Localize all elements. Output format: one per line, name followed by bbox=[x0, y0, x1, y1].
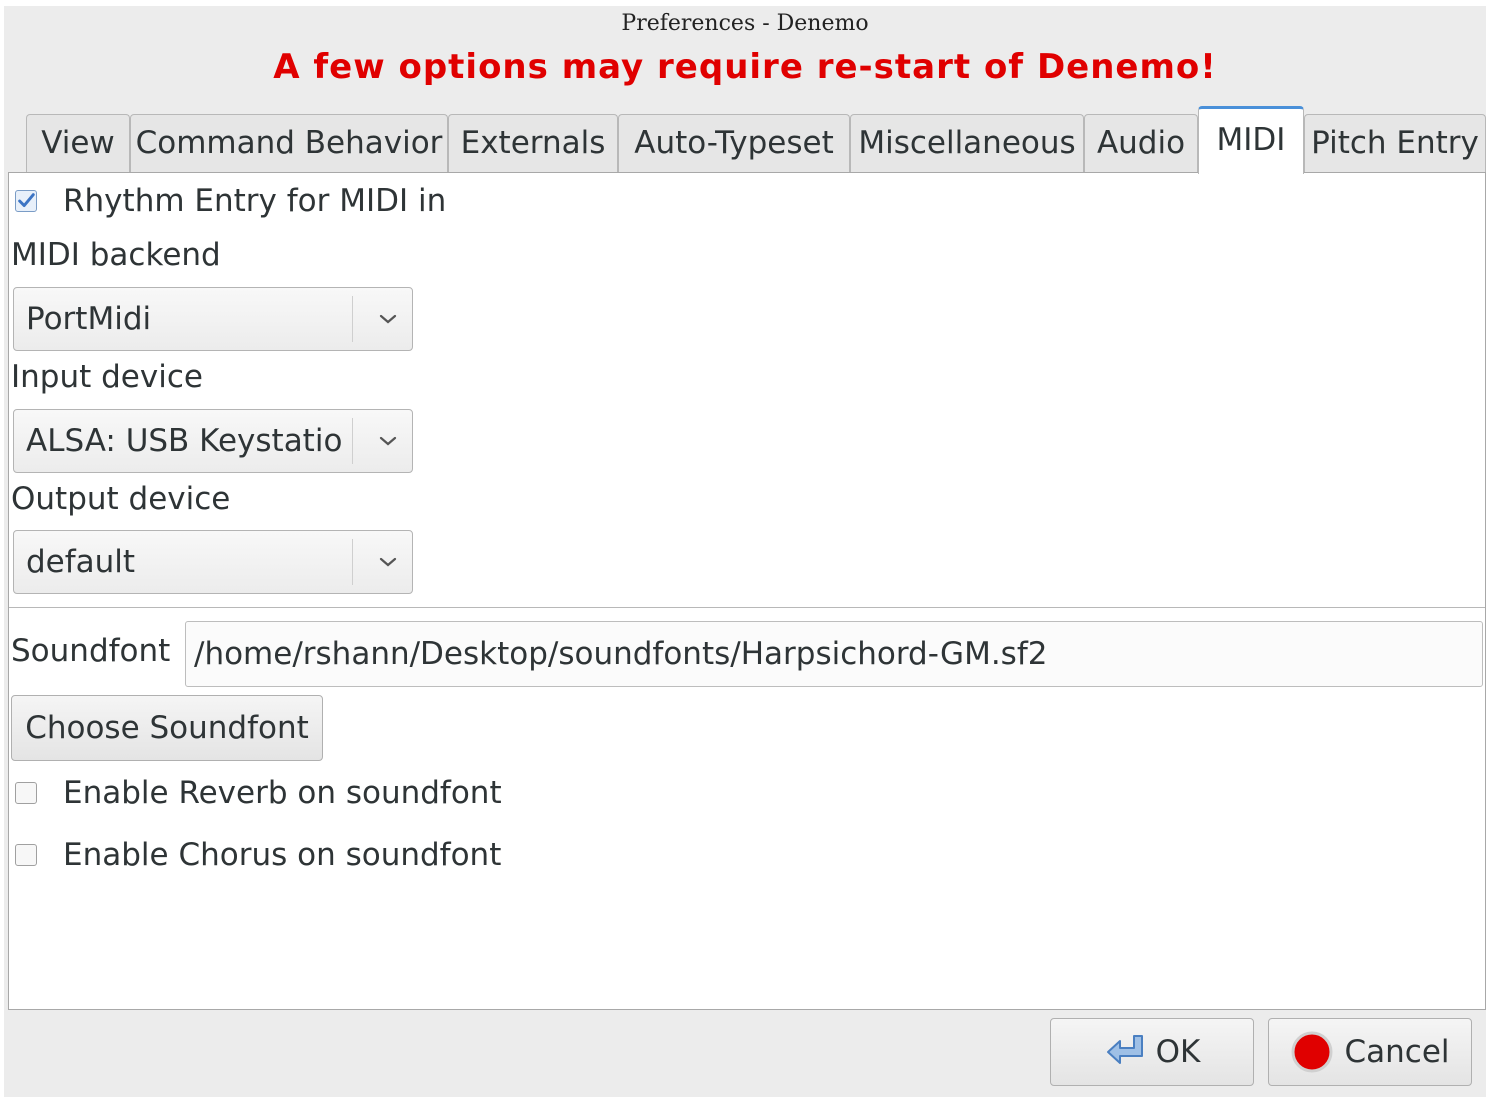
tab-midi[interactable]: MIDI bbox=[1198, 106, 1304, 174]
ok-button[interactable]: OK bbox=[1050, 1018, 1254, 1086]
tab-bar: View Command Behavior Externals Auto-Typ… bbox=[22, 106, 1486, 174]
combo-separator bbox=[352, 418, 353, 464]
chorus-label: Enable Chorus on soundfont bbox=[63, 837, 502, 873]
midi-settings-panel: Rhythm Entry for MIDI in MIDI backend Po… bbox=[8, 172, 1486, 1010]
ok-icon bbox=[1106, 1035, 1143, 1064]
input-device-select[interactable]: ALSA: USB Keystatio bbox=[13, 409, 413, 473]
output-device-select[interactable]: default bbox=[13, 530, 413, 594]
tab-externals[interactable]: Externals bbox=[448, 114, 618, 172]
preferences-window: Preferences - Denemo A few options may r… bbox=[4, 6, 1486, 1097]
midi-backend-value: PortMidi bbox=[26, 301, 152, 337]
reverb-row: Enable Reverb on soundfont bbox=[15, 775, 502, 811]
output-device-label: Output device bbox=[11, 481, 231, 517]
choose-soundfont-button[interactable]: Choose Soundfont bbox=[11, 695, 323, 761]
soundfont-path-field[interactable]: /home/rshann/Desktop/soundfonts/Harpsich… bbox=[185, 621, 1483, 687]
chevron-down-icon bbox=[364, 288, 412, 350]
tab-auto-typeset[interactable]: Auto-Typeset bbox=[618, 114, 850, 172]
window-title: Preferences - Denemo bbox=[621, 11, 869, 36]
restart-warning: A few options may require re-start of De… bbox=[273, 47, 1217, 87]
rhythm-entry-label: Rhythm Entry for MIDI in bbox=[63, 183, 447, 219]
input-device-label: Input device bbox=[11, 359, 203, 395]
input-device-value: ALSA: USB Keystatio bbox=[26, 423, 343, 459]
chevron-down-icon bbox=[364, 531, 412, 593]
chevron-down-icon bbox=[364, 410, 412, 472]
tab-pitch-entry[interactable]: Pitch Entry bbox=[1304, 114, 1486, 172]
stop-icon bbox=[1291, 1031, 1333, 1073]
rhythm-entry-checkbox[interactable] bbox=[15, 190, 37, 212]
checkmark-icon bbox=[18, 193, 35, 207]
midi-backend-label: MIDI backend bbox=[11, 237, 221, 273]
cancel-label: Cancel bbox=[1344, 1034, 1450, 1070]
tab-miscellaneous[interactable]: Miscellaneous bbox=[850, 114, 1084, 172]
combo-separator bbox=[352, 539, 353, 585]
reverb-label: Enable Reverb on soundfont bbox=[63, 775, 502, 811]
tab-command-behavior[interactable]: Command Behavior bbox=[130, 114, 448, 172]
combo-separator bbox=[352, 296, 353, 342]
chorus-checkbox[interactable] bbox=[15, 844, 37, 866]
tab-audio[interactable]: Audio bbox=[1084, 114, 1198, 172]
tab-view[interactable]: View bbox=[26, 114, 130, 172]
chorus-row: Enable Chorus on soundfont bbox=[15, 837, 501, 873]
reverb-checkbox[interactable] bbox=[15, 782, 37, 804]
output-device-value: default bbox=[26, 544, 136, 580]
midi-backend-select[interactable]: PortMidi bbox=[13, 287, 413, 351]
cancel-button[interactable]: Cancel bbox=[1268, 1018, 1472, 1086]
soundfont-label: Soundfont bbox=[11, 633, 171, 669]
section-divider bbox=[9, 607, 1485, 608]
rhythm-entry-row: Rhythm Entry for MIDI in bbox=[15, 183, 446, 219]
ok-label: OK bbox=[1155, 1034, 1201, 1070]
